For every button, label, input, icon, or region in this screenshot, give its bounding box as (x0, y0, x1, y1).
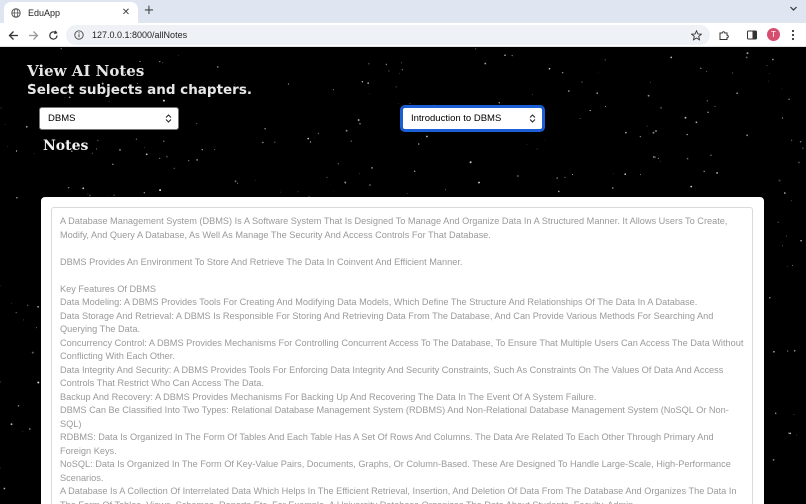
page-subtitle: Select subjects and chapters. (27, 82, 253, 98)
notes-blank-line (60, 242, 744, 256)
side-panel-icon[interactable] (745, 28, 759, 42)
browser-tab[interactable]: EduApp ✕ (4, 2, 138, 23)
browser-tab-strip: EduApp ✕ + (0, 0, 806, 23)
notes-textarea[interactable]: A Database Management System (DBMS) Is A… (51, 207, 753, 504)
notes-paragraph: Data Modeling: A DBMS Provides Tools For… (60, 297, 698, 307)
site-info-icon[interactable] (74, 30, 84, 40)
notes-paragraph: Backup And Recovery: A DBMS Provides Mec… (60, 391, 597, 402)
extensions-puzzle-icon[interactable] (717, 28, 731, 42)
reload-icon[interactable] (45, 27, 61, 43)
browser-toolbar: 127.0.0.1:8000/allNotes T (0, 23, 806, 47)
globe-icon (10, 7, 21, 18)
subject-select[interactable]: DBMS (39, 107, 179, 130)
notes-card: A Database Management System (DBMS) Is A… (41, 197, 764, 504)
tab-title: EduApp (28, 7, 61, 18)
notes-paragraph: Key Features Of DBMS (60, 283, 156, 294)
kebab-menu-icon[interactable] (786, 28, 800, 42)
notes-paragraph: DBMS Provides An Environment To Store An… (60, 256, 463, 267)
page-content: View AI Notes Select subjects and chapte… (0, 48, 806, 504)
notes-paragraph: RDBMS: Data Is Organized In The Form Of … (60, 432, 714, 456)
notes-paragraph: A Database Is A Collection Of Interrelat… (60, 486, 737, 504)
address-bar[interactable]: 127.0.0.1:8000/allNotes (66, 25, 710, 45)
forward-arrow-icon[interactable] (25, 27, 41, 43)
notes-paragraph: NoSQL: Data Is Organized In The Form Of … (60, 459, 731, 483)
chevron-down-icon[interactable] (786, 4, 800, 18)
notes-paragraph: DBMS Can Be Classified Into Two Types: R… (60, 405, 729, 429)
chapter-select[interactable]: Introduction to DBMS (400, 105, 545, 132)
notes-paragraph: A Database Management System (DBMS) Is A… (60, 216, 728, 240)
page-title: View AI Notes (27, 62, 145, 80)
notes-paragraph: Data Storage And Retrieval: A DBMS Is Re… (60, 310, 714, 335)
url-text: 127.0.0.1:8000/allNotes (92, 30, 188, 40)
chapter-select-value: Introduction to DBMS (411, 113, 502, 124)
notes-paragraph: Concurrency Control: A DBMS Provides Mec… (60, 337, 744, 362)
notes-paragraph: Data Integrity And Security: A DBMS Prov… (60, 364, 724, 389)
chevron-updown-icon (528, 114, 536, 123)
new-tab-plus-icon[interactable]: + (142, 3, 156, 19)
subject-select-value: DBMS (48, 113, 76, 124)
chevron-updown-icon (164, 114, 172, 123)
notes-blank-line (60, 269, 744, 283)
close-icon[interactable]: ✕ (120, 7, 132, 18)
bookmark-star-icon[interactable] (690, 29, 702, 41)
notes-heading: Notes (43, 138, 89, 154)
profile-avatar[interactable]: T (767, 28, 780, 41)
back-arrow-icon[interactable] (5, 27, 21, 43)
